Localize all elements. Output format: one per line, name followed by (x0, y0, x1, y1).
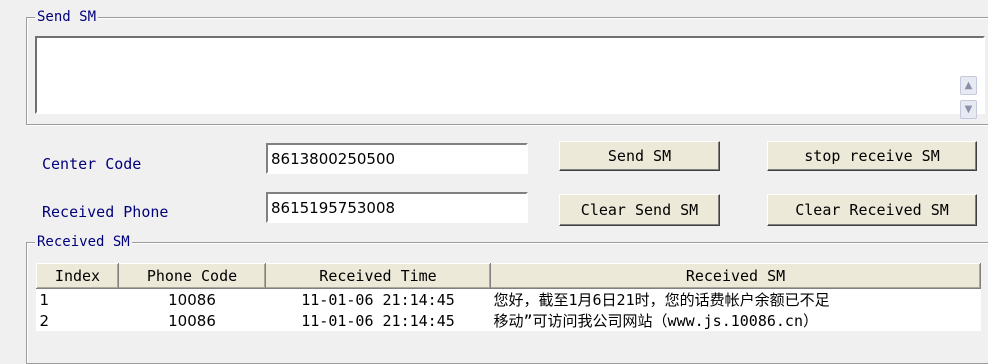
send-sm-legend: Send SM (35, 8, 99, 26)
received-sm-table: Index Phone Code Received Time Received … (36, 263, 981, 331)
column-header-index[interactable]: Index (36, 263, 119, 289)
cell-index: 2 (39, 311, 50, 330)
column-header-phone-code[interactable]: Phone Code (118, 263, 266, 289)
column-header-received-time[interactable]: Received Time (265, 263, 491, 289)
cell-index: 1 (39, 290, 50, 309)
table-row[interactable]: 1 10086 11-01-06 21:14:45 您好，截至1月6日21时，您… (37, 289, 981, 311)
cell-received-sm: 您好，截至1月6日21时，您的话费帐户余额已不足 (493, 291, 830, 309)
column-header-received-sm[interactable]: Received SM (490, 263, 981, 289)
center-code-label: Center Code (42, 155, 142, 173)
received-phone-input[interactable] (266, 192, 528, 223)
received-sm-legend: Received SM (35, 233, 132, 251)
received-sm-group: Received SM Index Phone Code Received Ti… (26, 233, 988, 364)
scroll-down-icon[interactable]: ▼ (960, 100, 977, 119)
clear-send-sm-button[interactable]: Clear Send SM (559, 194, 720, 226)
send-sm-group: Send SM ▲ ▼ (26, 8, 988, 125)
send-message-textarea[interactable] (35, 36, 985, 114)
cell-phone-code: 10086 (168, 290, 216, 309)
received-phone-label: Received Phone (42, 203, 169, 221)
table-row[interactable]: 2 10086 11-01-06 21:14:45 移动”可访问我公司网站（ww… (37, 310, 981, 331)
cell-phone-code: 10086 (168, 311, 216, 330)
stop-receive-sm-button[interactable]: stop receive SM (767, 141, 977, 171)
table-header-row: Index Phone Code Received Time Received … (36, 263, 981, 289)
cell-received-time: 11-01-06 21:14:45 (301, 311, 455, 330)
scroll-up-icon[interactable]: ▲ (960, 76, 977, 95)
send-sm-button[interactable]: Send SM (559, 141, 720, 171)
cell-received-time: 11-01-06 21:14:45 (301, 290, 455, 309)
clear-received-sm-button[interactable]: Clear Received SM (767, 194, 977, 226)
center-code-input[interactable] (266, 143, 528, 174)
cell-received-sm: 移动”可访问我公司网站（www.js.10086.cn） (493, 312, 819, 330)
